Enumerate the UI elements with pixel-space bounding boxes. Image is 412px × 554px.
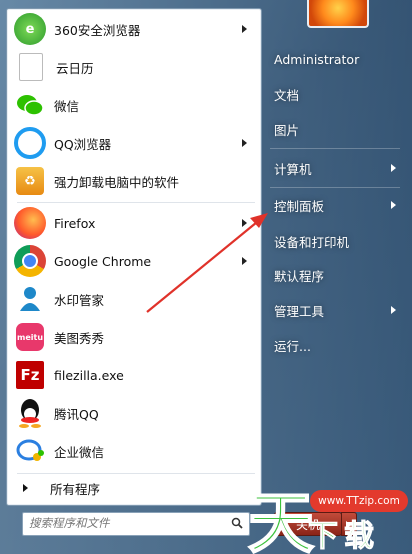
right-item-devices-printers[interactable]: 设备和打印机	[268, 228, 402, 254]
qq-browser-icon	[14, 127, 46, 159]
watermark-url: www.TTzip.com	[310, 490, 408, 512]
program-label: 腾讯QQ	[54, 406, 99, 422]
program-label: 云日历	[56, 60, 94, 76]
program-label: filezilla.exe	[54, 367, 124, 383]
submenu-arrow-icon	[242, 25, 247, 33]
right-item-label: 设备和打印机	[274, 234, 350, 250]
chrome-icon	[14, 245, 46, 277]
right-item-label: 管理工具	[274, 303, 325, 319]
search-icon[interactable]	[231, 517, 243, 529]
right-item-control-panel[interactable]: 控制面板	[268, 192, 402, 218]
browser-360-icon: e	[14, 13, 46, 45]
program-item-meitu[interactable]: meitu 美图秀秀	[11, 319, 257, 355]
program-item-360-browser[interactable]: e 360安全浏览器	[11, 11, 257, 47]
program-label: QQ浏览器	[54, 136, 112, 152]
shutdown-label: 关机	[295, 517, 320, 532]
program-label: 企业微信	[54, 444, 105, 460]
program-item-chrome[interactable]: Google Chrome	[11, 243, 257, 279]
wework-icon	[14, 435, 46, 467]
right-item-label: 控制面板	[274, 198, 325, 214]
submenu-arrow-icon	[242, 139, 247, 147]
right-item-pictures[interactable]: 图片	[268, 116, 402, 142]
program-label: 360安全浏览器	[54, 22, 141, 38]
programs-panel: e 360安全浏览器 云日历 微信 QQ浏览器 ♻ 强力卸载电脑中的软件 Fir…	[6, 8, 262, 506]
search-input[interactable]	[23, 513, 219, 533]
submenu-arrow-icon	[391, 201, 396, 209]
program-item-wework[interactable]: 企业微信	[11, 433, 257, 469]
program-item-watermark[interactable]: 水印管家	[11, 281, 257, 317]
submenu-arrow-icon	[391, 306, 396, 314]
right-item-label: 运行...	[274, 338, 311, 354]
program-item-firefox[interactable]: Firefox	[11, 205, 257, 241]
submenu-arrow-icon	[391, 164, 396, 172]
program-item-calendar[interactable]: 云日历	[11, 49, 257, 85]
search-area	[6, 504, 262, 550]
shutdown-button[interactable]: 关机	[274, 512, 342, 536]
user-picture[interactable]	[307, 0, 369, 28]
all-programs-arrow-icon	[23, 484, 28, 492]
program-item-qq-browser[interactable]: QQ浏览器	[11, 125, 257, 161]
submenu-arrow-icon	[242, 257, 247, 265]
right-divider	[270, 187, 400, 188]
right-item-administrator[interactable]: Administrator	[268, 46, 402, 72]
meitu-icon: meitu	[16, 323, 44, 351]
program-label: Google Chrome	[54, 253, 152, 269]
right-item-label: Administrator	[274, 51, 360, 67]
right-divider	[270, 148, 400, 149]
divider	[17, 473, 255, 474]
program-label: 美图秀秀	[54, 330, 105, 346]
right-item-label: 计算机	[274, 161, 312, 177]
program-label: 水印管家	[54, 292, 105, 308]
program-item-filezilla[interactable]: Fz filezilla.exe	[11, 357, 257, 393]
right-item-default-programs[interactable]: 默认程序	[268, 262, 402, 288]
program-item-wechat[interactable]: 微信	[11, 87, 257, 123]
submenu-arrow-icon	[242, 219, 247, 227]
shutdown-options-button[interactable]	[341, 512, 357, 536]
program-item-uninstall[interactable]: ♻ 强力卸载电脑中的软件	[11, 163, 257, 199]
uninstall-icon: ♻	[16, 167, 44, 195]
wechat-icon	[14, 89, 46, 121]
program-label: 微信	[54, 98, 80, 114]
right-item-run[interactable]: 运行...	[268, 332, 402, 358]
program-label: 强力卸载电脑中的软件	[54, 174, 180, 190]
right-item-label: 图片	[274, 122, 300, 138]
right-item-label: 默认程序	[274, 268, 325, 284]
all-programs-button[interactable]: 所有程序	[11, 475, 257, 501]
program-item-qq[interactable]: 腾讯QQ	[11, 395, 257, 431]
calendar-icon	[19, 53, 43, 81]
qq-icon	[14, 397, 46, 429]
divider	[17, 202, 255, 203]
right-item-label: 文档	[274, 87, 300, 103]
filezilla-icon: Fz	[16, 361, 44, 389]
program-label: Firefox	[54, 215, 96, 231]
right-item-admin-tools[interactable]: 管理工具	[268, 297, 402, 323]
search-box[interactable]	[22, 512, 250, 536]
all-programs-label: 所有程序	[50, 481, 101, 497]
firefox-icon	[14, 207, 46, 239]
right-item-documents[interactable]: 文档	[268, 81, 402, 107]
watermark-icon	[14, 283, 46, 315]
right-item-computer[interactable]: 计算机	[268, 155, 402, 181]
